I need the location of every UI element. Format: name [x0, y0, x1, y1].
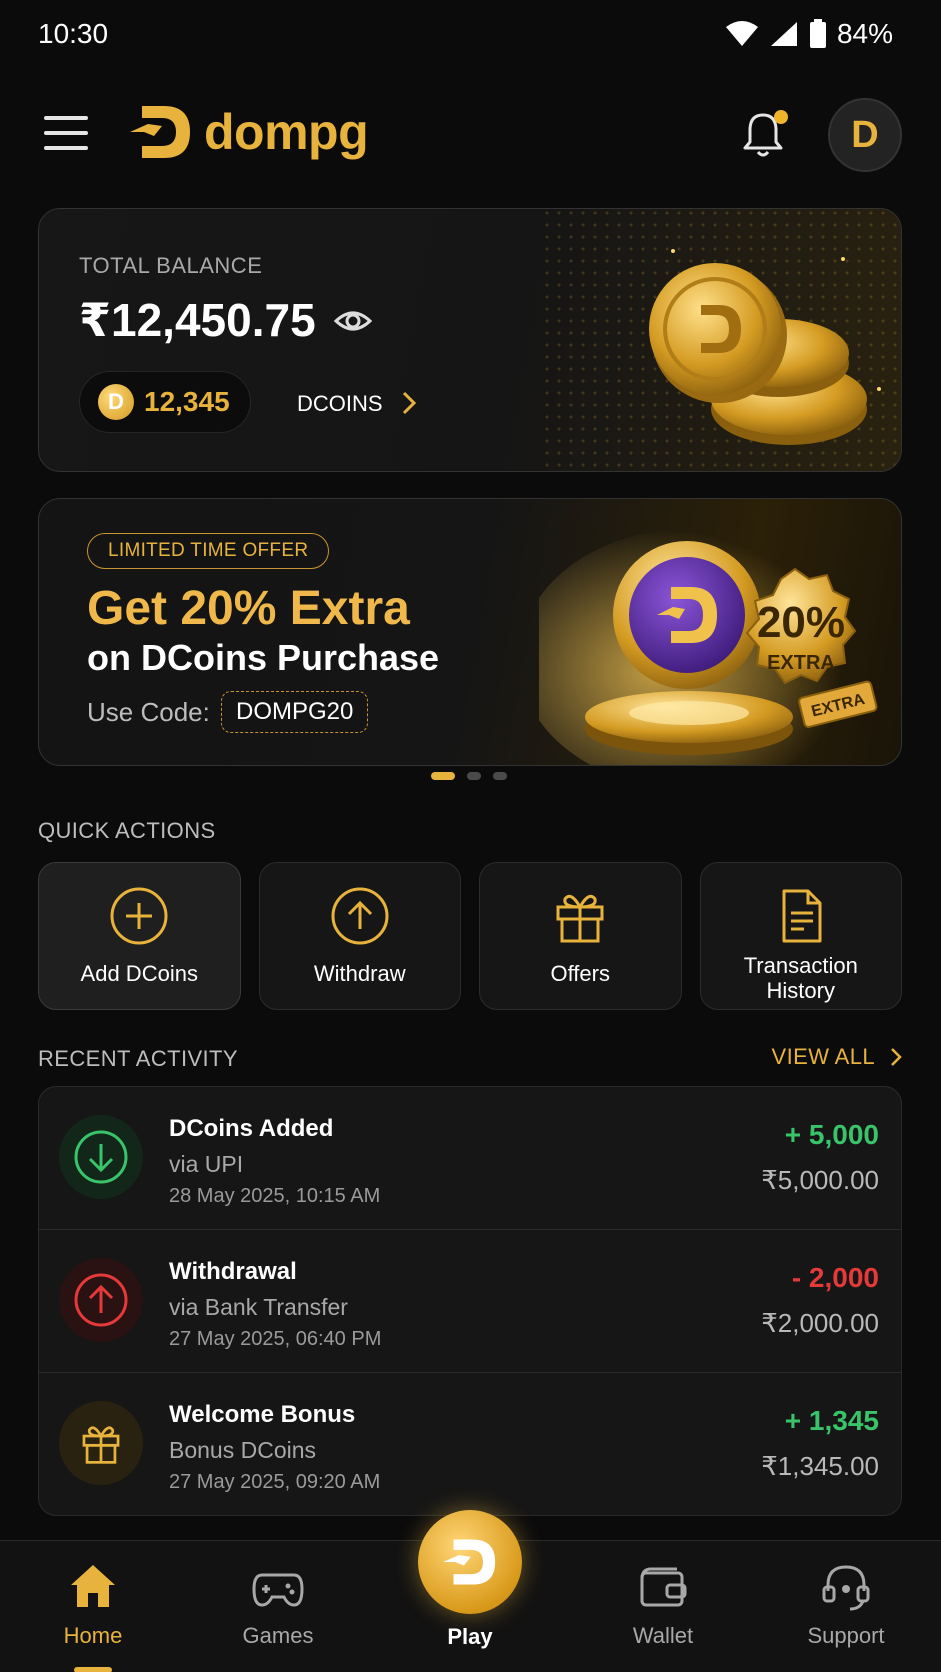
wifi-icon: [725, 21, 758, 46]
add-dcoins-button[interactable]: Add DCoins: [38, 862, 241, 1010]
arrow-down-circle-icon: [74, 1130, 128, 1184]
gold-coins-illustration: [649, 249, 881, 445]
dcoins-value: 12,345: [144, 386, 230, 417]
headset-icon: [822, 1565, 870, 1611]
quick-actions-grid: Add DCoins Withdraw Offers Transaction H…: [38, 862, 902, 1010]
activity-date: 28 May 2025, 10:15 AM: [169, 1185, 381, 1207]
offer-code-label: Use Code:: [87, 697, 210, 727]
dcoin-icon: D: [98, 384, 134, 420]
activity-list: DCoins Added via UPI 28 May 2025, 10:15 …: [38, 1086, 902, 1516]
home-icon: [71, 1565, 115, 1607]
offer-tag: LIMITED TIME OFFER: [87, 533, 330, 569]
arrow-up-circle-icon: [331, 887, 389, 945]
balance-amount: ₹12,450.75: [79, 294, 316, 346]
activity-method: via UPI: [169, 1151, 244, 1177]
activity-coins: - 2,000: [791, 1262, 879, 1293]
nav-wallet[interactable]: Wallet: [583, 1561, 743, 1649]
dcoins-unit[interactable]: DCOINS: [297, 391, 383, 417]
offer-title: Get 20% Extra: [87, 582, 410, 635]
recent-activity-title: RECENT ACTIVITY: [38, 1046, 238, 1071]
activity-name: DCoins Added: [169, 1115, 334, 1142]
nav-wallet-label: Wallet: [632, 1623, 694, 1648]
chevron-right-icon[interactable]: [399, 389, 419, 417]
activity-amount: ₹1,345.00: [761, 1451, 879, 1481]
nav-play-label[interactable]: Play: [400, 1624, 540, 1650]
withdraw-label: Withdraw: [313, 961, 406, 986]
carousel-dot[interactable]: [466, 772, 481, 780]
nav-support-label: Support: [807, 1623, 885, 1648]
carousel-dot[interactable]: [492, 772, 507, 780]
offers-label: Offers: [550, 961, 610, 986]
brand-logo[interactable]: dompg: [128, 102, 369, 162]
offer-coin-illustration: 20% EXTRA EXTRA: [539, 529, 878, 765]
add-dcoins-label: Add DCoins: [80, 961, 198, 986]
activity-row[interactable]: Welcome Bonus Bonus DCoins 27 May 2025, …: [39, 1373, 901, 1515]
offer-subtitle: on DCoins Purchase: [87, 637, 440, 678]
eye-icon[interactable]: [333, 301, 373, 341]
dompg-logo-icon: [130, 106, 190, 158]
activity-row[interactable]: DCoins Added via UPI 28 May 2025, 10:15 …: [39, 1087, 901, 1230]
carousel-indicator[interactable]: [0, 772, 939, 780]
balance-label: TOTAL BALANCE: [79, 253, 263, 278]
document-icon: [782, 889, 822, 943]
nav-support[interactable]: Support: [766, 1561, 926, 1649]
activity-method: Bonus DCoins: [169, 1437, 317, 1463]
nav-home-label: Home: [63, 1623, 123, 1648]
avatar[interactable]: D: [828, 98, 902, 172]
transaction-history-label: Transaction History: [743, 953, 858, 1003]
avatar-initial: D: [851, 113, 879, 156]
gift-icon: [556, 894, 604, 943]
activity-name: Welcome Bonus: [169, 1401, 356, 1428]
dcoins-pill[interactable]: D 12,345: [79, 371, 251, 433]
offer-badge-extra: EXTRA: [767, 652, 835, 674]
offer-code[interactable]: DOMPG20: [221, 691, 369, 733]
nav-games[interactable]: Games: [198, 1561, 358, 1649]
activity-row[interactable]: Withdrawal via Bank Transfer 27 May 2025…: [39, 1230, 901, 1373]
status-icons: 84%: [725, 18, 893, 50]
transaction-history-button[interactable]: Transaction History: [699, 862, 902, 1010]
gamepad-icon: [252, 1573, 304, 1607]
wallet-icon: [640, 1567, 687, 1607]
active-tab-indicator: [74, 1667, 112, 1672]
bonus-icon-badge: [59, 1401, 143, 1485]
activity-date: 27 May 2025, 06:40 PM: [169, 1328, 382, 1350]
activity-amount: ₹5,000.00: [761, 1165, 879, 1195]
gift-icon: [82, 1426, 120, 1464]
activity-amount: ₹2,000.00: [761, 1308, 879, 1338]
brand-name: dompg: [204, 104, 369, 160]
menu-icon[interactable]: [44, 116, 88, 152]
balance-card: TOTAL BALANCE ₹12,450.75 D 12,345 DCOINS: [38, 208, 902, 472]
offer-badge-percent: 20%: [757, 598, 845, 647]
debit-icon-badge: [59, 1258, 143, 1342]
notifications-bell[interactable]: [740, 110, 790, 162]
activity-method: via Bank Transfer: [169, 1294, 348, 1320]
plus-circle-icon: [110, 887, 168, 945]
credit-icon-badge: [59, 1115, 143, 1199]
view-all-label: VIEW ALL: [771, 1044, 875, 1069]
activity-coins: + 1,345: [784, 1405, 879, 1436]
activity-name: Withdrawal: [169, 1258, 297, 1285]
battery-percent: 84%: [836, 18, 893, 49]
nav-games-label: Games: [242, 1623, 314, 1648]
dompg-logo-icon: [443, 1539, 496, 1585]
offer-banner[interactable]: LIMITED TIME OFFER Get 20% Extra on DCoi…: [38, 498, 902, 766]
play-button[interactable]: [418, 1510, 522, 1614]
notification-dot: [774, 110, 788, 124]
nav-home[interactable]: Home: [13, 1561, 173, 1649]
status-time: 10:30: [38, 18, 109, 49]
battery-icon: [809, 19, 826, 48]
carousel-dot-active[interactable]: [430, 772, 455, 780]
chevron-right-icon: [891, 1048, 902, 1066]
status-bar: 10:30 84%: [0, 0, 941, 70]
view-all-link[interactable]: VIEW ALL: [772, 1044, 903, 1070]
arrow-up-circle-icon: [74, 1273, 128, 1327]
quick-actions-title: QUICK ACTIONS: [38, 818, 216, 843]
app-header: dompg D: [0, 92, 941, 180]
signal-icon: [770, 22, 797, 46]
withdraw-button[interactable]: Withdraw: [258, 862, 461, 1010]
offers-button[interactable]: Offers: [479, 862, 682, 1010]
activity-coins: + 5,000: [784, 1119, 879, 1150]
activity-date: 27 May 2025, 09:20 AM: [169, 1471, 381, 1493]
